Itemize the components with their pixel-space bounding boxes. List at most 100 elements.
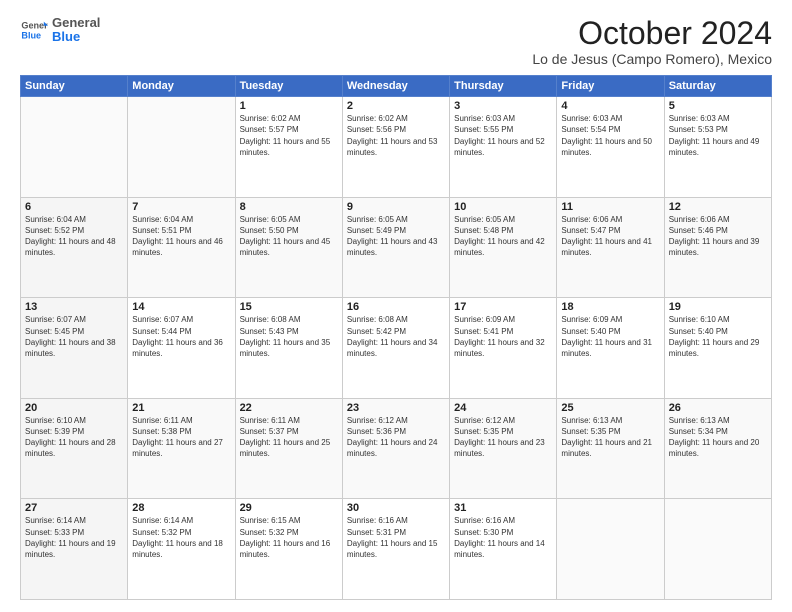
calendar-cell: 2Sunrise: 6:02 AM Sunset: 5:56 PM Daylig… (342, 97, 449, 198)
calendar-cell: 30Sunrise: 6:16 AM Sunset: 5:31 PM Dayli… (342, 499, 449, 600)
day-number: 13 (25, 301, 123, 313)
day-info: Sunrise: 6:16 AM Sunset: 5:30 PM Dayligh… (454, 515, 552, 560)
col-monday: Monday (128, 76, 235, 97)
day-number: 31 (454, 502, 552, 514)
day-number: 3 (454, 100, 552, 112)
day-number: 17 (454, 301, 552, 313)
svg-text:Blue: Blue (21, 31, 41, 41)
day-number: 21 (132, 402, 230, 414)
calendar-week-0: 1Sunrise: 6:02 AM Sunset: 5:57 PM Daylig… (21, 97, 772, 198)
col-wednesday: Wednesday (342, 76, 449, 97)
calendar-cell: 8Sunrise: 6:05 AM Sunset: 5:50 PM Daylig… (235, 197, 342, 298)
calendar-cell: 24Sunrise: 6:12 AM Sunset: 5:35 PM Dayli… (450, 398, 557, 499)
calendar-cell: 10Sunrise: 6:05 AM Sunset: 5:48 PM Dayli… (450, 197, 557, 298)
day-number: 5 (669, 100, 767, 112)
day-info: Sunrise: 6:09 AM Sunset: 5:40 PM Dayligh… (561, 314, 659, 359)
day-info: Sunrise: 6:11 AM Sunset: 5:38 PM Dayligh… (132, 415, 230, 460)
calendar-cell (21, 97, 128, 198)
calendar-cell: 27Sunrise: 6:14 AM Sunset: 5:33 PM Dayli… (21, 499, 128, 600)
col-sunday: Sunday (21, 76, 128, 97)
calendar-cell: 14Sunrise: 6:07 AM Sunset: 5:44 PM Dayli… (128, 298, 235, 399)
day-info: Sunrise: 6:05 AM Sunset: 5:49 PM Dayligh… (347, 214, 445, 259)
day-number: 18 (561, 301, 659, 313)
calendar-table: Sunday Monday Tuesday Wednesday Thursday… (20, 75, 772, 600)
day-number: 24 (454, 402, 552, 414)
calendar-cell: 5Sunrise: 6:03 AM Sunset: 5:53 PM Daylig… (664, 97, 771, 198)
day-info: Sunrise: 6:03 AM Sunset: 5:53 PM Dayligh… (669, 113, 767, 158)
day-number: 10 (454, 201, 552, 213)
day-number: 28 (132, 502, 230, 514)
calendar-cell (557, 499, 664, 600)
title-block: October 2024 Lo de Jesus (Campo Romero),… (532, 16, 772, 67)
page-subtitle: Lo de Jesus (Campo Romero), Mexico (532, 51, 772, 67)
day-number: 16 (347, 301, 445, 313)
calendar-cell: 26Sunrise: 6:13 AM Sunset: 5:34 PM Dayli… (664, 398, 771, 499)
day-info: Sunrise: 6:07 AM Sunset: 5:45 PM Dayligh… (25, 314, 123, 359)
day-number: 22 (240, 402, 338, 414)
day-number: 4 (561, 100, 659, 112)
day-info: Sunrise: 6:05 AM Sunset: 5:50 PM Dayligh… (240, 214, 338, 259)
day-number: 25 (561, 402, 659, 414)
calendar-week-4: 27Sunrise: 6:14 AM Sunset: 5:33 PM Dayli… (21, 499, 772, 600)
day-info: Sunrise: 6:04 AM Sunset: 5:51 PM Dayligh… (132, 214, 230, 259)
calendar-cell: 16Sunrise: 6:08 AM Sunset: 5:42 PM Dayli… (342, 298, 449, 399)
day-number: 8 (240, 201, 338, 213)
calendar-week-1: 6Sunrise: 6:04 AM Sunset: 5:52 PM Daylig… (21, 197, 772, 298)
calendar-cell: 19Sunrise: 6:10 AM Sunset: 5:40 PM Dayli… (664, 298, 771, 399)
calendar-cell: 13Sunrise: 6:07 AM Sunset: 5:45 PM Dayli… (21, 298, 128, 399)
day-info: Sunrise: 6:09 AM Sunset: 5:41 PM Dayligh… (454, 314, 552, 359)
day-info: Sunrise: 6:12 AM Sunset: 5:35 PM Dayligh… (454, 415, 552, 460)
calendar-cell: 18Sunrise: 6:09 AM Sunset: 5:40 PM Dayli… (557, 298, 664, 399)
day-number: 20 (25, 402, 123, 414)
calendar-cell (664, 499, 771, 600)
day-info: Sunrise: 6:03 AM Sunset: 5:55 PM Dayligh… (454, 113, 552, 158)
col-friday: Friday (557, 76, 664, 97)
day-number: 15 (240, 301, 338, 313)
day-info: Sunrise: 6:08 AM Sunset: 5:43 PM Dayligh… (240, 314, 338, 359)
day-info: Sunrise: 6:06 AM Sunset: 5:46 PM Dayligh… (669, 214, 767, 259)
calendar-cell: 23Sunrise: 6:12 AM Sunset: 5:36 PM Dayli… (342, 398, 449, 499)
day-info: Sunrise: 6:06 AM Sunset: 5:47 PM Dayligh… (561, 214, 659, 259)
calendar-cell: 7Sunrise: 6:04 AM Sunset: 5:51 PM Daylig… (128, 197, 235, 298)
calendar-cell: 28Sunrise: 6:14 AM Sunset: 5:32 PM Dayli… (128, 499, 235, 600)
calendar-cell: 17Sunrise: 6:09 AM Sunset: 5:41 PM Dayli… (450, 298, 557, 399)
day-number: 27 (25, 502, 123, 514)
calendar-cell: 12Sunrise: 6:06 AM Sunset: 5:46 PM Dayli… (664, 197, 771, 298)
calendar-cell: 31Sunrise: 6:16 AM Sunset: 5:30 PM Dayli… (450, 499, 557, 600)
page: General Blue General Blue October 2024 L… (0, 0, 792, 612)
day-info: Sunrise: 6:02 AM Sunset: 5:56 PM Dayligh… (347, 113, 445, 158)
day-number: 30 (347, 502, 445, 514)
day-info: Sunrise: 6:02 AM Sunset: 5:57 PM Dayligh… (240, 113, 338, 158)
day-info: Sunrise: 6:14 AM Sunset: 5:32 PM Dayligh… (132, 515, 230, 560)
calendar-cell: 1Sunrise: 6:02 AM Sunset: 5:57 PM Daylig… (235, 97, 342, 198)
day-number: 12 (669, 201, 767, 213)
day-number: 9 (347, 201, 445, 213)
calendar-cell (128, 97, 235, 198)
day-info: Sunrise: 6:03 AM Sunset: 5:54 PM Dayligh… (561, 113, 659, 158)
day-info: Sunrise: 6:13 AM Sunset: 5:34 PM Dayligh… (669, 415, 767, 460)
page-title: October 2024 (532, 16, 772, 51)
calendar-cell: 3Sunrise: 6:03 AM Sunset: 5:55 PM Daylig… (450, 97, 557, 198)
header-row: Sunday Monday Tuesday Wednesday Thursday… (21, 76, 772, 97)
day-info: Sunrise: 6:07 AM Sunset: 5:44 PM Dayligh… (132, 314, 230, 359)
day-number: 2 (347, 100, 445, 112)
day-number: 1 (240, 100, 338, 112)
logo-icon: General Blue (20, 16, 48, 44)
day-info: Sunrise: 6:15 AM Sunset: 5:32 PM Dayligh… (240, 515, 338, 560)
col-saturday: Saturday (664, 76, 771, 97)
day-number: 14 (132, 301, 230, 313)
day-number: 11 (561, 201, 659, 213)
logo-blue: Blue (52, 30, 100, 44)
calendar-cell: 21Sunrise: 6:11 AM Sunset: 5:38 PM Dayli… (128, 398, 235, 499)
header: General Blue General Blue October 2024 L… (20, 16, 772, 67)
calendar-cell: 9Sunrise: 6:05 AM Sunset: 5:49 PM Daylig… (342, 197, 449, 298)
logo: General Blue General Blue (20, 16, 100, 45)
day-number: 7 (132, 201, 230, 213)
calendar-cell: 11Sunrise: 6:06 AM Sunset: 5:47 PM Dayli… (557, 197, 664, 298)
calendar-cell: 22Sunrise: 6:11 AM Sunset: 5:37 PM Dayli… (235, 398, 342, 499)
calendar-cell: 15Sunrise: 6:08 AM Sunset: 5:43 PM Dayli… (235, 298, 342, 399)
calendar-cell: 29Sunrise: 6:15 AM Sunset: 5:32 PM Dayli… (235, 499, 342, 600)
logo-general: General (52, 16, 100, 30)
day-number: 6 (25, 201, 123, 213)
day-number: 19 (669, 301, 767, 313)
